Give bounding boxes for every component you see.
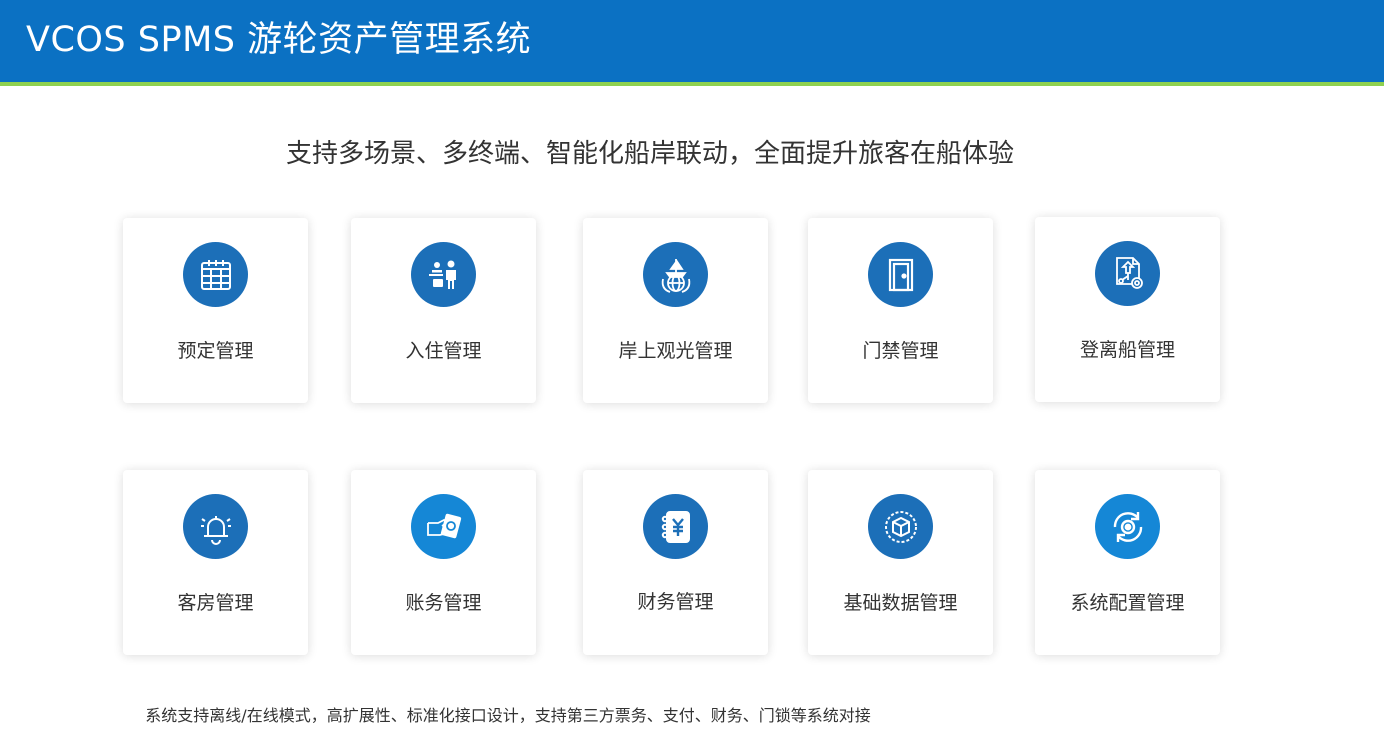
data-box-icon xyxy=(868,494,933,559)
door-icon xyxy=(868,242,933,307)
module-card-checkin[interactable]: 入住管理 xyxy=(351,218,536,403)
page-footer-note: 系统支持离线/在线模式，高扩展性、标准化接口设计，支持第三方票务、支付、财务、门… xyxy=(145,706,871,725)
module-label: 入住管理 xyxy=(405,340,482,362)
bell-icon xyxy=(183,494,248,559)
yuan-notebook-icon xyxy=(643,494,708,559)
module-label: 门禁管理 xyxy=(862,340,939,362)
module-label: 基础数据管理 xyxy=(843,592,958,614)
module-label: 登离船管理 xyxy=(1079,339,1175,361)
config-gear-icon xyxy=(1095,494,1160,559)
module-label: 系统配置管理 xyxy=(1070,592,1185,614)
module-card-finance[interactable]: 财务管理 xyxy=(583,470,768,655)
module-card-accounting[interactable]: 账务管理 xyxy=(351,470,536,655)
calendar-icon xyxy=(183,242,248,307)
module-label: 预定管理 xyxy=(177,340,254,362)
module-card-housekeeping[interactable]: 客房管理 xyxy=(123,470,308,655)
module-card-system-config[interactable]: 系统配置管理 xyxy=(1035,470,1220,655)
page-subtitle: 支持多场景、多终端、智能化船岸联动，全面提升旅客在船体验 xyxy=(285,139,1014,169)
app-header: VCOS SPMS 游轮资产管理系统 xyxy=(0,0,1384,86)
module-card-boarding[interactable]: 登离船管理 xyxy=(1035,217,1220,402)
module-label: 财务管理 xyxy=(637,591,714,613)
module-card-master-data[interactable]: 基础数据管理 xyxy=(808,470,993,655)
module-card-access-control[interactable]: 门禁管理 xyxy=(808,218,993,403)
module-label: 账务管理 xyxy=(405,592,482,614)
boarding-document-icon xyxy=(1095,241,1160,306)
module-card-shore-excursion[interactable]: 岸上观光管理 xyxy=(583,218,768,403)
module-label: 岸上观光管理 xyxy=(618,340,733,362)
module-card-reservation[interactable]: 预定管理 xyxy=(123,218,308,403)
payment-card-icon xyxy=(411,494,476,559)
globe-ship-icon xyxy=(643,242,708,307)
checkin-icon xyxy=(411,242,476,307)
module-label: 客房管理 xyxy=(177,592,254,614)
app-title: VCOS SPMS 游轮资产管理系统 xyxy=(26,20,532,60)
